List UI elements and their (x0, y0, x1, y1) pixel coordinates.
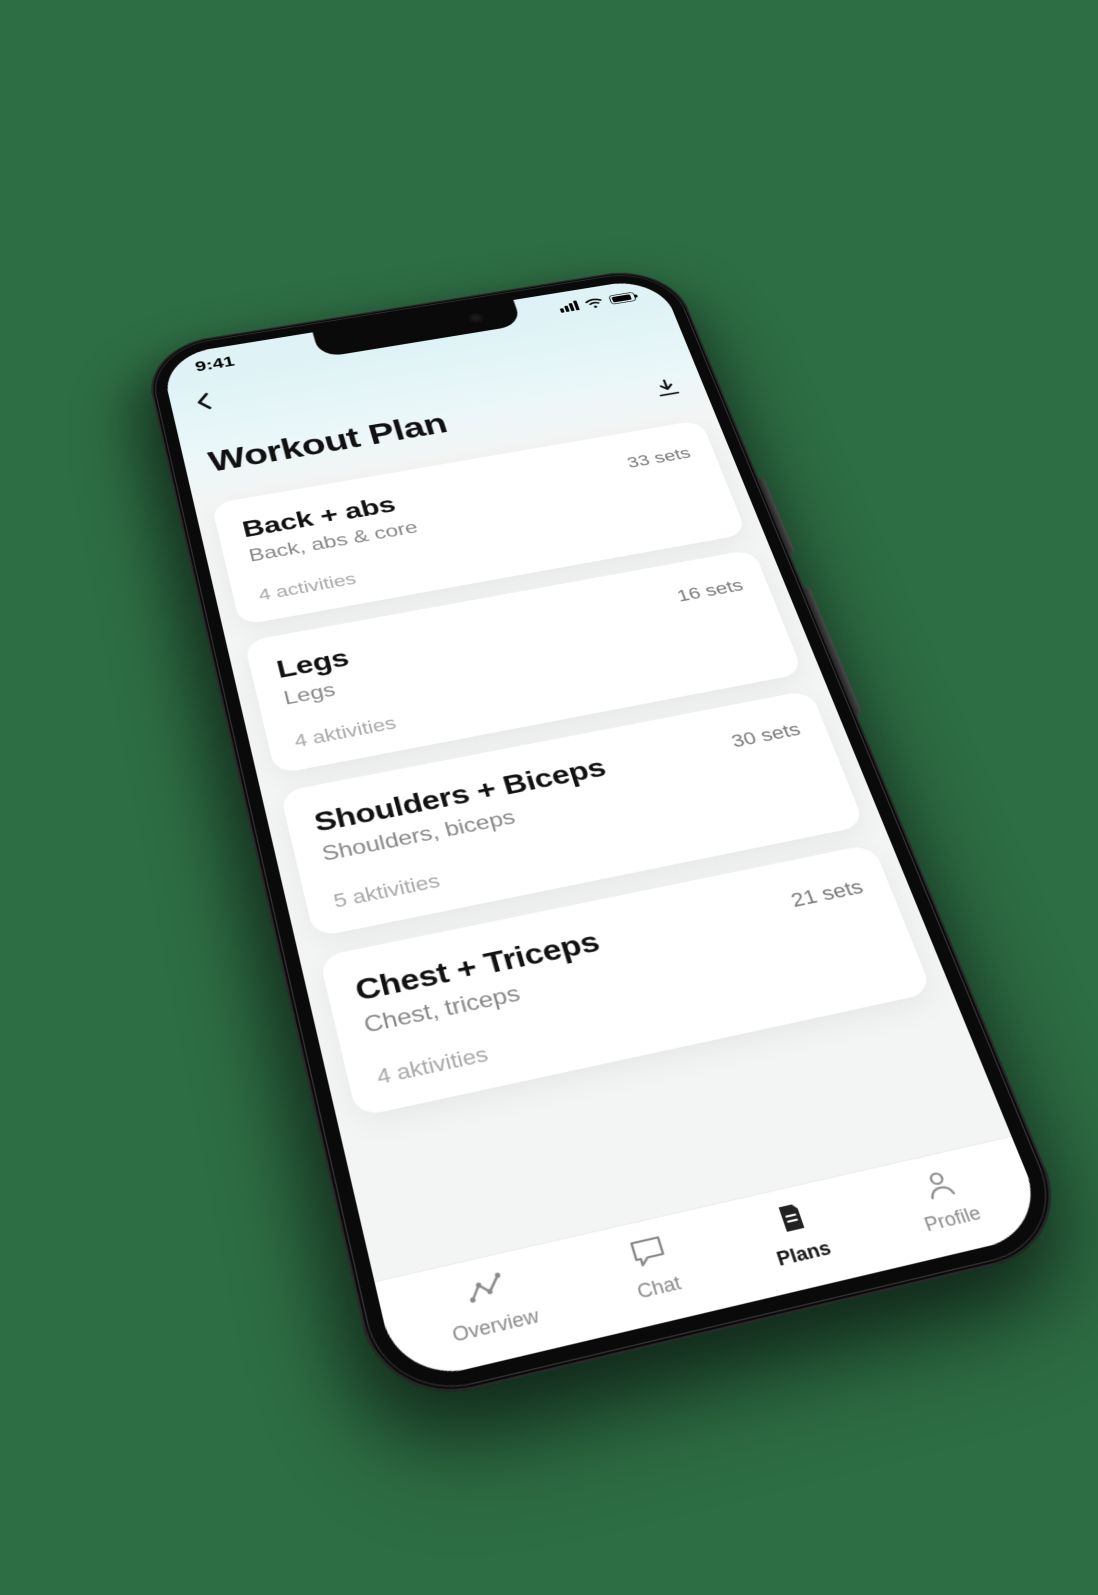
wifi-icon (583, 296, 605, 310)
plans-icon (769, 1199, 815, 1241)
workout-sets: 30 sets (727, 714, 804, 752)
workout-sets: 21 sets (786, 870, 867, 912)
workout-activities: 4 aktivities (374, 956, 899, 1090)
cellular-signal-icon (558, 300, 580, 312)
status-time: 9:41 (193, 353, 236, 375)
workout-title: Chest + Triceps (352, 925, 603, 1008)
tab-label: Plans (774, 1237, 834, 1271)
tab-label: Chat (634, 1271, 683, 1303)
workout-subtitle: Shoulders, biceps (320, 786, 619, 867)
workout-activities: 5 aktivities (331, 792, 833, 913)
workout-subtitle: Chest, triceps (361, 962, 612, 1039)
chat-icon (626, 1232, 672, 1274)
workout-list: Back + abs Back, abs & core 33 sets 4 ac… (192, 408, 1011, 1281)
workout-card[interactable]: Chest + Triceps Chest, triceps 21 sets 4… (319, 844, 933, 1118)
tab-overview[interactable]: Overview (440, 1263, 542, 1347)
workout-sets: 33 sets (623, 440, 693, 472)
tab-chat[interactable]: Chat (622, 1231, 683, 1303)
download-icon[interactable] (650, 376, 684, 402)
battery-icon (608, 292, 636, 305)
workout-title: Shoulders + Biceps (311, 752, 610, 838)
tab-label: Profile (921, 1202, 984, 1236)
back-icon[interactable] (192, 390, 217, 415)
tab-bar: Overview Chat Plans (374, 1136, 1050, 1385)
overview-icon (464, 1269, 509, 1312)
tab-profile[interactable]: Profile (906, 1163, 984, 1236)
workout-sets: 16 sets (673, 571, 746, 606)
tab-plans[interactable]: Plans (760, 1197, 833, 1271)
phone-device-frame: 9:41 Workout Plan (141, 264, 1077, 1411)
screen: 9:41 Workout Plan (160, 277, 1051, 1386)
tab-label: Overview (450, 1304, 542, 1347)
profile-icon (917, 1165, 964, 1206)
